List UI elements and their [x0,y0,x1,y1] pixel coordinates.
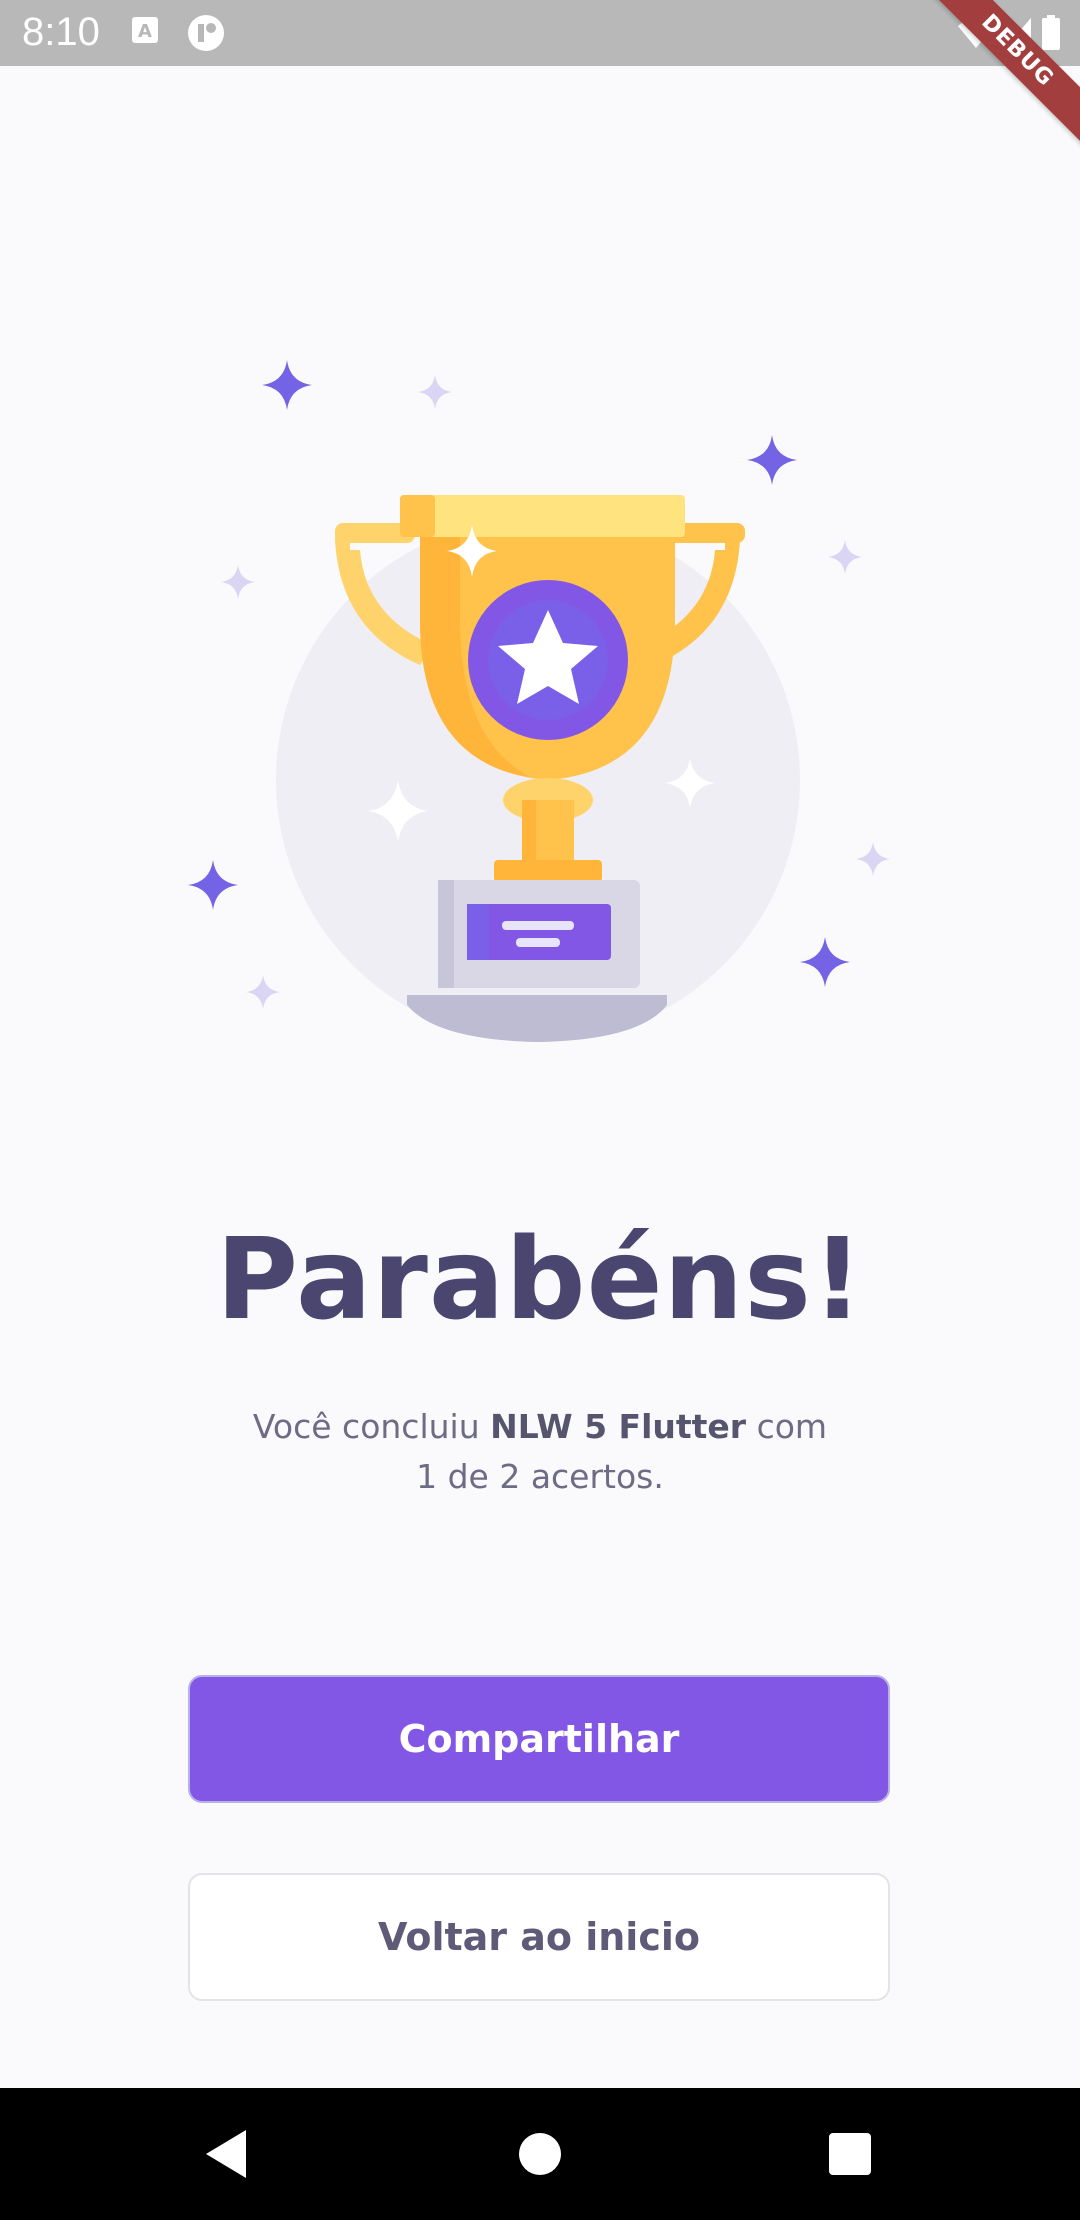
back-triangle-icon[interactable] [196,2124,256,2184]
app-notification-icon [188,15,224,51]
message-prefix: Você concluiu [252,1407,491,1446]
recents-square-icon[interactable] [820,2124,880,2184]
score-text: 1 de 2 acertos. [416,1457,664,1496]
message-mid: com [746,1407,828,1446]
battery-icon [1042,15,1060,50]
trophy-rim [400,495,685,537]
navigation-bar [0,2088,1080,2220]
svg-text:A: A [138,21,152,42]
status-bar: 8:10 A [0,0,1080,66]
back-button-label: Voltar ao inicio [378,1915,700,1959]
share-button[interactable]: Compartilhar [188,1675,890,1803]
result-message: Você concluiu NLW 5 Flutter com 1 de 2 a… [200,1402,880,1502]
share-button-label: Compartilhar [398,1717,680,1761]
trophy-illustration [188,360,890,1042]
back-to-start-button[interactable]: Voltar ao inicio [188,1873,890,2001]
quiz-name: NLW 5 Flutter [490,1407,747,1446]
status-time: 8:10 [22,10,100,54]
congrats-title: Parabéns! [215,1215,865,1345]
result-screen: 8:10 A DEBUG Parabéns! Você concluiu NLW… [0,0,1080,2220]
a-notification-icon: A [132,17,158,43]
trophy-foot [407,995,667,1042]
home-circle-icon[interactable] [510,2124,570,2184]
